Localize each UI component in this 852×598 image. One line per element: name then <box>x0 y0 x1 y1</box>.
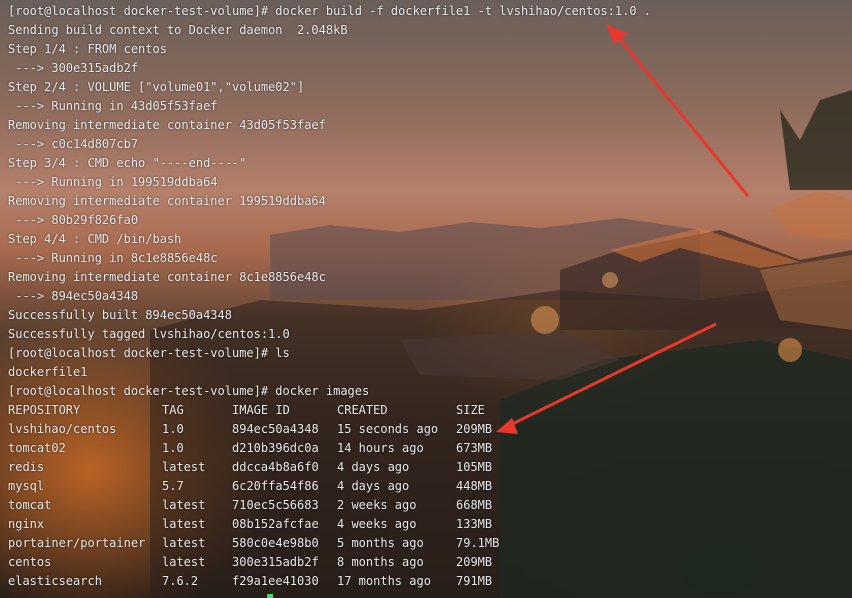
cell-image-id: 580c0e4e98b0 <box>232 536 319 550</box>
terminal-line: Step 4/4 : CMD /bin/bash <box>8 232 182 246</box>
header-created: CREATED <box>337 403 388 417</box>
terminal-line: ---> 894ec50a4348 <box>8 289 139 303</box>
table-row: lvshihao/centos 1.0 894ec50a4348 15 seco… <box>8 420 852 439</box>
cell-created: 14 hours ago <box>337 441 424 455</box>
cell-created: 17 months ago <box>337 574 431 588</box>
terminal-line: ---> 80b29f826fa0 <box>8 213 139 227</box>
cell-size: 133MB <box>456 517 493 531</box>
cell-size: 209MB <box>456 422 493 436</box>
table-row: nginx latest 08b152afcfae 4 weeks ago 13… <box>8 515 852 534</box>
cell-tag: latest <box>162 460 206 474</box>
cell-tag: latest <box>162 555 206 569</box>
table-row: tomcat02 1.0 d210b396dc0a 14 hours ago 6… <box>8 439 852 458</box>
terminal-line: ---> Running in 199519ddba64 <box>8 175 218 189</box>
cell-tag: latest <box>162 517 206 531</box>
header-image-id: IMAGE ID <box>232 403 290 417</box>
cell-tag: latest <box>162 536 206 550</box>
cell-created: 4 days ago <box>337 479 410 493</box>
table-row: portainer/portainer latest 580c0e4e98b0 … <box>8 534 852 553</box>
cell-size: 105MB <box>456 460 493 474</box>
cell-image-id: 300e315adb2f <box>232 555 319 569</box>
cell-tag: 1.0 <box>162 441 184 455</box>
terminal-line: [root@localhost docker-test-volume]# doc… <box>8 384 370 398</box>
terminal-line: Step 3/4 : CMD echo "----end----" <box>8 156 247 170</box>
cell-repository: elasticsearch <box>8 574 102 588</box>
cell-repository: nginx <box>8 517 45 531</box>
terminal-line: Sending build context to Docker daemon 2… <box>8 23 348 37</box>
terminal-line: Removing intermediate container 43d05f53… <box>8 118 326 132</box>
table-row: mysql 5.7 6c20ffa54f86 4 days ago 448MB <box>8 477 852 496</box>
table-row: tomcat latest 710ec5c56683 2 weeks ago 6… <box>8 496 852 515</box>
cell-repository: tomcat02 <box>8 441 66 455</box>
cell-size: 79.1MB <box>456 536 500 550</box>
terminal-line: ---> 300e315adb2f <box>8 61 139 75</box>
cell-created: 8 months ago <box>337 555 424 569</box>
cell-size: 448MB <box>456 479 493 493</box>
cell-created: 5 months ago <box>337 536 424 550</box>
terminal-line: Step 2/4 : VOLUME ["volume01","volume02"… <box>8 80 305 94</box>
header-size: SIZE <box>456 403 485 417</box>
cell-repository: portainer/portainer <box>8 536 146 550</box>
header-tag: TAG <box>162 403 184 417</box>
terminal-line: [root@localhost docker-test-volume]# doc… <box>8 4 651 18</box>
cell-size: 209MB <box>456 555 493 569</box>
images-table-header: REPOSITORY TAG IMAGE ID CREATED SIZE <box>8 401 852 420</box>
terminal-line: Removing intermediate container 199519dd… <box>8 194 326 208</box>
cell-tag: 5.7 <box>162 479 184 493</box>
cell-image-id: 6c20ffa54f86 <box>232 479 319 493</box>
cell-created: 15 seconds ago <box>337 422 439 436</box>
terminal-line: Successfully tagged lvshihao/centos:1.0 <box>8 327 290 341</box>
cell-created: 4 days ago <box>337 460 410 474</box>
terminal-line: Step 1/4 : FROM centos <box>8 42 167 56</box>
cell-repository: mysql <box>8 479 45 493</box>
table-row: elasticsearch 7.6.2 f29a1ee41030 17 mont… <box>8 572 852 591</box>
cell-image-id: ddcca4b8a6f0 <box>232 460 319 474</box>
cell-repository: centos <box>8 555 52 569</box>
cell-repository: lvshihao/centos <box>8 422 117 436</box>
table-row: centos latest 300e315adb2f 8 months ago … <box>8 553 852 572</box>
cell-image-id: f29a1ee41030 <box>232 574 319 588</box>
header-repository: REPOSITORY <box>8 403 81 417</box>
terminal-window[interactable]: [root@localhost docker-test-volume]# doc… <box>0 0 852 598</box>
cell-created: 4 weeks ago <box>337 517 417 531</box>
cell-repository: tomcat <box>8 498 52 512</box>
terminal-line: dockerfile1 <box>8 365 88 379</box>
terminal-line: ---> c0c14d807cb7 <box>8 137 139 151</box>
cell-image-id: d210b396dc0a <box>232 441 319 455</box>
cell-image-id: 08b152afcfae <box>232 517 319 531</box>
cell-size: 673MB <box>456 441 493 455</box>
terminal-line: ---> Running in 8c1e8856e48c <box>8 251 218 265</box>
cell-size: 668MB <box>456 498 493 512</box>
terminal-line: Successfully built 894ec50a4348 <box>8 308 232 322</box>
cell-created: 2 weeks ago <box>337 498 417 512</box>
terminal-line: Removing intermediate container 8c1e8856… <box>8 270 326 284</box>
cell-tag: latest <box>162 498 206 512</box>
cell-repository: redis <box>8 460 45 474</box>
terminal-line: [root@localhost docker-test-volume]# ls <box>8 346 290 360</box>
cell-image-id: 894ec50a4348 <box>232 422 319 436</box>
table-row: redis latest ddcca4b8a6f0 4 days ago 105… <box>8 458 852 477</box>
cell-size: 791MB <box>456 574 493 588</box>
cell-tag: 1.0 <box>162 422 184 436</box>
terminal-cursor <box>267 594 273 598</box>
cell-image-id: 710ec5c56683 <box>232 498 319 512</box>
cell-tag: 7.6.2 <box>162 574 199 588</box>
terminal-line: ---> Running in 43d05f53faef <box>8 99 218 113</box>
